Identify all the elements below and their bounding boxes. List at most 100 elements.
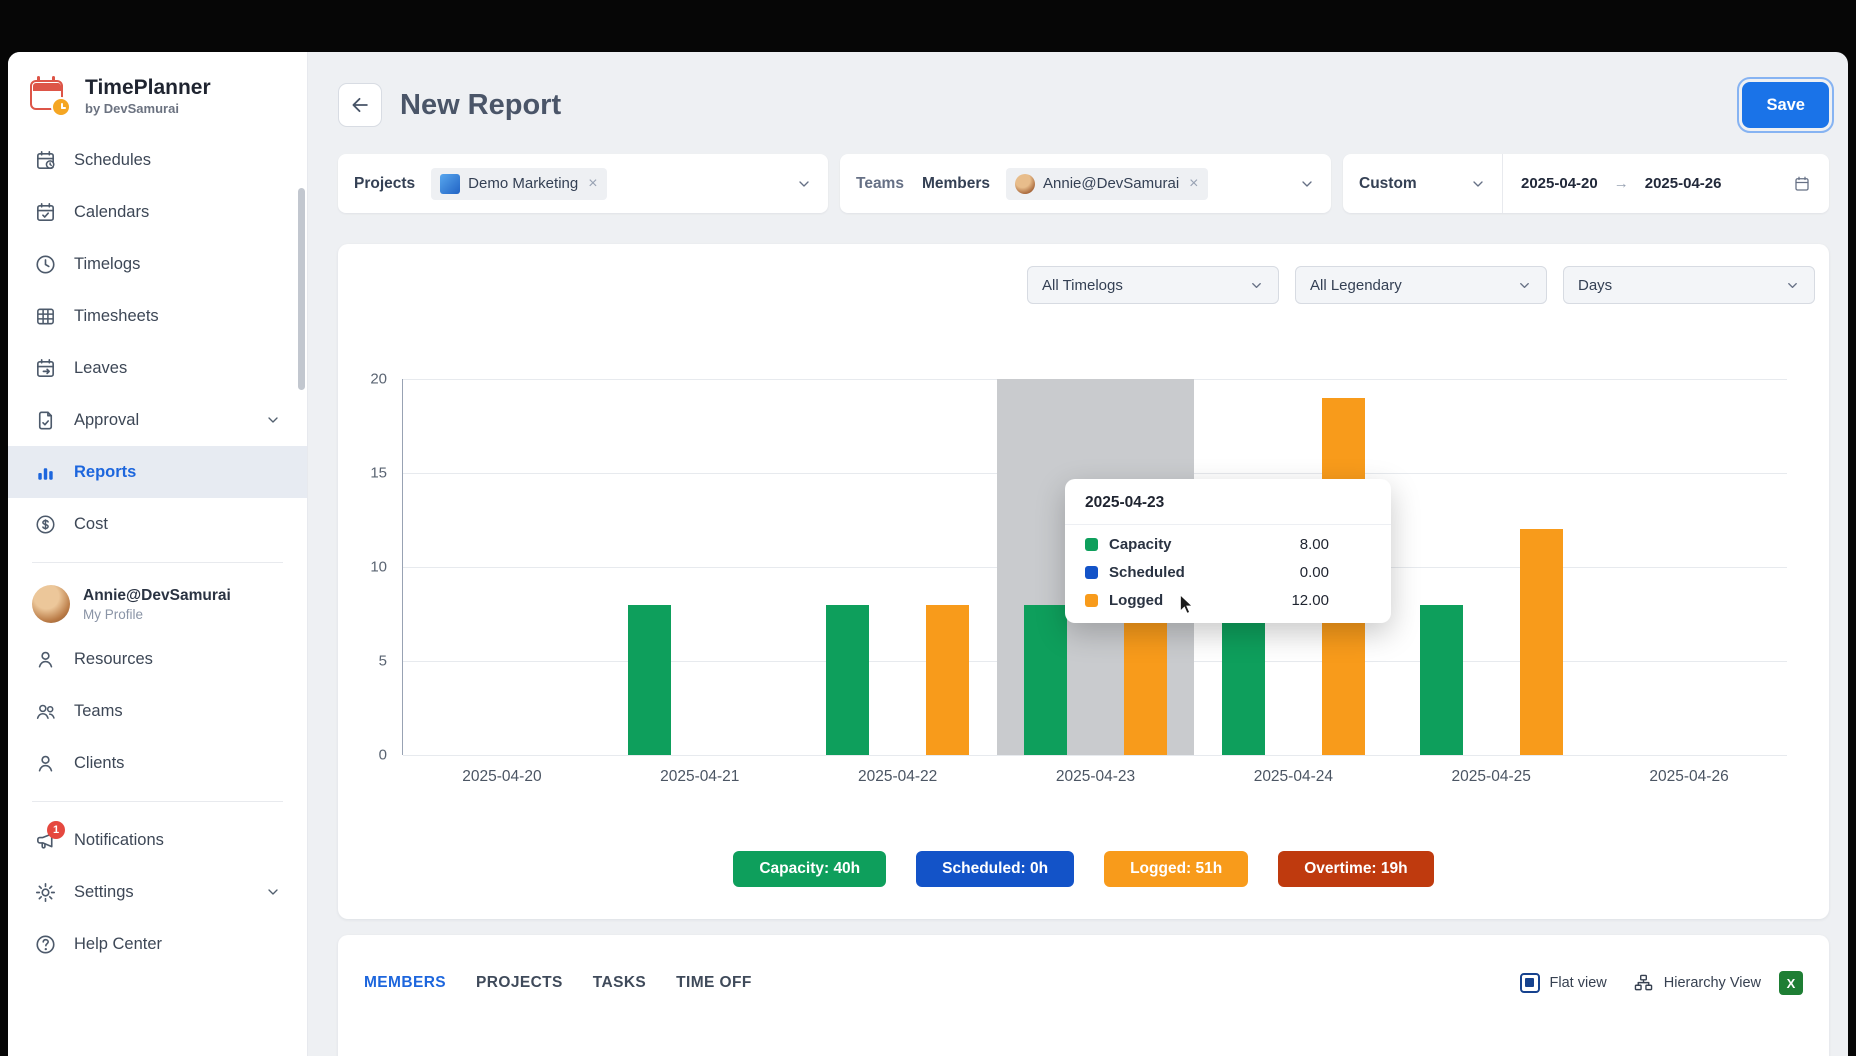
y-tick-label: 20 bbox=[370, 371, 387, 388]
calendar-clock-icon bbox=[34, 149, 57, 172]
hierarchy-view-label[interactable]: Hierarchy View bbox=[1664, 975, 1761, 991]
sidebar-profile[interactable]: Annie@DevSamurai My Profile bbox=[8, 575, 307, 633]
x-tick-label: 2025-04-24 bbox=[1254, 768, 1333, 786]
person-icon bbox=[34, 648, 57, 671]
sidebar-item-label: Notifications bbox=[74, 831, 164, 850]
bar-capacity[interactable] bbox=[1222, 605, 1265, 755]
granularity-dropdown[interactable]: Days bbox=[1563, 266, 1815, 304]
app-window: TimePlanner by DevSamurai Schedules Cale… bbox=[8, 52, 1848, 1056]
bar-capacity[interactable] bbox=[826, 605, 869, 755]
sidebar-item-calendars[interactable]: Calendars bbox=[8, 186, 307, 238]
sidebar-item-schedules[interactable]: Schedules bbox=[8, 134, 307, 186]
tab-projects[interactable]: PROJECTS bbox=[476, 974, 563, 992]
page-title: New Report bbox=[400, 89, 561, 122]
sidebar-item-settings[interactable]: Settings bbox=[8, 866, 307, 918]
members-option[interactable]: Members bbox=[922, 175, 990, 193]
sidebar-item-label: Clients bbox=[74, 754, 124, 773]
chip-remove-icon[interactable]: × bbox=[588, 175, 597, 193]
timelogs-dropdown[interactable]: All Timelogs bbox=[1027, 266, 1279, 304]
filter-bar: Projects Demo Marketing × Teams Members … bbox=[338, 154, 1829, 213]
chart-tooltip: 2025-04-23 Capacity8.00Scheduled0.00Logg… bbox=[1065, 479, 1391, 623]
date-range-inputs[interactable]: 2025-04-20 → 2025-04-26 bbox=[1503, 154, 1829, 213]
sidebar-item-timesheets[interactable]: Timesheets bbox=[8, 290, 307, 342]
bar-capacity[interactable] bbox=[1024, 605, 1067, 755]
flat-view-label[interactable]: Flat view bbox=[1550, 975, 1607, 991]
project-chip[interactable]: Demo Marketing × bbox=[431, 168, 606, 200]
sidebar-item-clients[interactable]: Clients bbox=[8, 737, 307, 789]
tooltip-title: 2025-04-23 bbox=[1065, 494, 1391, 525]
member-chip[interactable]: Annie@DevSamurai × bbox=[1006, 168, 1207, 200]
tooltip-row: Capacity8.00 bbox=[1065, 525, 1391, 553]
sidebar-item-approval[interactable]: Approval bbox=[8, 394, 307, 446]
legend-button[interactable]: Capacity: 40h bbox=[733, 851, 886, 887]
teams-option[interactable]: Teams bbox=[856, 175, 904, 193]
chip-remove-icon[interactable]: × bbox=[1189, 175, 1198, 193]
profile-subtitle: My Profile bbox=[83, 607, 231, 622]
legend-button[interactable]: Overtime: 19h bbox=[1278, 851, 1433, 887]
calendar-leave-icon bbox=[34, 357, 57, 380]
sidebar-item-notifications[interactable]: 1 Notifications bbox=[8, 814, 307, 866]
legend-button[interactable]: Logged: 51h bbox=[1104, 851, 1248, 887]
tab-members[interactable]: MEMBERS bbox=[364, 974, 446, 992]
page-header: New Report Save bbox=[338, 80, 1829, 130]
members-filter[interactable]: Teams Members Annie@DevSamurai × bbox=[840, 154, 1331, 213]
bar-chart-icon bbox=[34, 461, 57, 484]
x-tick-label: 2025-04-23 bbox=[1056, 768, 1135, 786]
bar-logged[interactable] bbox=[1520, 529, 1563, 755]
x-tick-label: 2025-04-20 bbox=[462, 768, 541, 786]
date-range-filter: Custom 2025-04-20 → 2025-04-26 bbox=[1343, 154, 1829, 213]
detail-tabs-row: MEMBERS PROJECTS TASKS TIME OFF Flat vie… bbox=[338, 935, 1829, 995]
legend-dropdown-value: All Legendary bbox=[1310, 277, 1402, 294]
bar-logged[interactable] bbox=[926, 605, 969, 755]
help-icon bbox=[34, 933, 57, 956]
bar-capacity[interactable] bbox=[1420, 605, 1463, 755]
sidebar-item-timelogs[interactable]: Timelogs bbox=[8, 238, 307, 290]
sidebar-item-label: Cost bbox=[74, 515, 108, 534]
legend-dropdown[interactable]: All Legendary bbox=[1295, 266, 1547, 304]
sidebar-scrollbar[interactable] bbox=[298, 188, 305, 390]
range-preset-select[interactable]: Custom bbox=[1343, 154, 1503, 213]
tooltip-label: Scheduled bbox=[1109, 564, 1185, 581]
sidebar-item-leaves[interactable]: Leaves bbox=[8, 342, 307, 394]
back-button[interactable] bbox=[338, 83, 382, 127]
notification-badge: 1 bbox=[47, 821, 65, 839]
tab-tasks[interactable]: TASKS bbox=[593, 974, 646, 992]
app-logo-icon bbox=[30, 76, 72, 116]
date-end[interactable]: 2025-04-26 bbox=[1645, 175, 1722, 192]
app-brand: TimePlanner by DevSamurai bbox=[8, 52, 307, 134]
tooltip-swatch bbox=[1085, 566, 1098, 579]
projects-filter[interactable]: Projects Demo Marketing × bbox=[338, 154, 828, 213]
chart-legend: Capacity: 40h Scheduled: 0h Logged: 51h Ove… bbox=[338, 851, 1829, 887]
member-chip-label: Annie@DevSamurai bbox=[1043, 175, 1179, 192]
x-tick-label: 2025-04-26 bbox=[1649, 768, 1728, 786]
sidebar-item-reports[interactable]: Reports bbox=[8, 446, 307, 498]
project-chip-label: Demo Marketing bbox=[468, 175, 578, 192]
report-detail-card: MEMBERS PROJECTS TASKS TIME OFF Flat vie… bbox=[338, 935, 1829, 1056]
sidebar-item-label: Resources bbox=[74, 650, 153, 669]
bar-capacity[interactable] bbox=[628, 605, 671, 755]
x-tick-label: 2025-04-22 bbox=[858, 768, 937, 786]
legend-button[interactable]: Scheduled: 0h bbox=[916, 851, 1074, 887]
sidebar-item-cost[interactable]: Cost bbox=[8, 498, 307, 550]
hierarchy-icon[interactable] bbox=[1633, 973, 1654, 994]
sidebar-item-teams[interactable]: Teams bbox=[8, 685, 307, 737]
save-button[interactable]: Save bbox=[1742, 82, 1829, 128]
tooltip-row: Logged12.00 bbox=[1065, 581, 1391, 609]
flat-view-icon[interactable] bbox=[1520, 973, 1540, 993]
x-tick-label: 2025-04-21 bbox=[660, 768, 739, 786]
granularity-dropdown-value: Days bbox=[1578, 277, 1612, 294]
coin-icon bbox=[34, 513, 57, 536]
sidebar: TimePlanner by DevSamurai Schedules Cale… bbox=[8, 52, 308, 1056]
tooltip-rows: Capacity8.00Scheduled0.00Logged12.00 bbox=[1065, 525, 1391, 609]
sidebar-item-resources[interactable]: Resources bbox=[8, 633, 307, 685]
chevron-down-icon bbox=[1785, 278, 1800, 293]
sidebar-nav: Schedules Calendars Timelogs Timesheets … bbox=[8, 134, 307, 550]
profile-name: Annie@DevSamurai bbox=[83, 587, 231, 605]
report-chart-card: All Timelogs All Legendary Days 05101520… bbox=[338, 244, 1829, 919]
sidebar-item-help-center[interactable]: Help Center bbox=[8, 918, 307, 970]
projects-label: Projects bbox=[354, 175, 415, 193]
excel-export-icon[interactable]: X bbox=[1779, 971, 1803, 995]
tab-time-off[interactable]: TIME OFF bbox=[676, 974, 752, 992]
date-start[interactable]: 2025-04-20 bbox=[1521, 175, 1598, 192]
chevron-down-icon bbox=[265, 884, 281, 900]
